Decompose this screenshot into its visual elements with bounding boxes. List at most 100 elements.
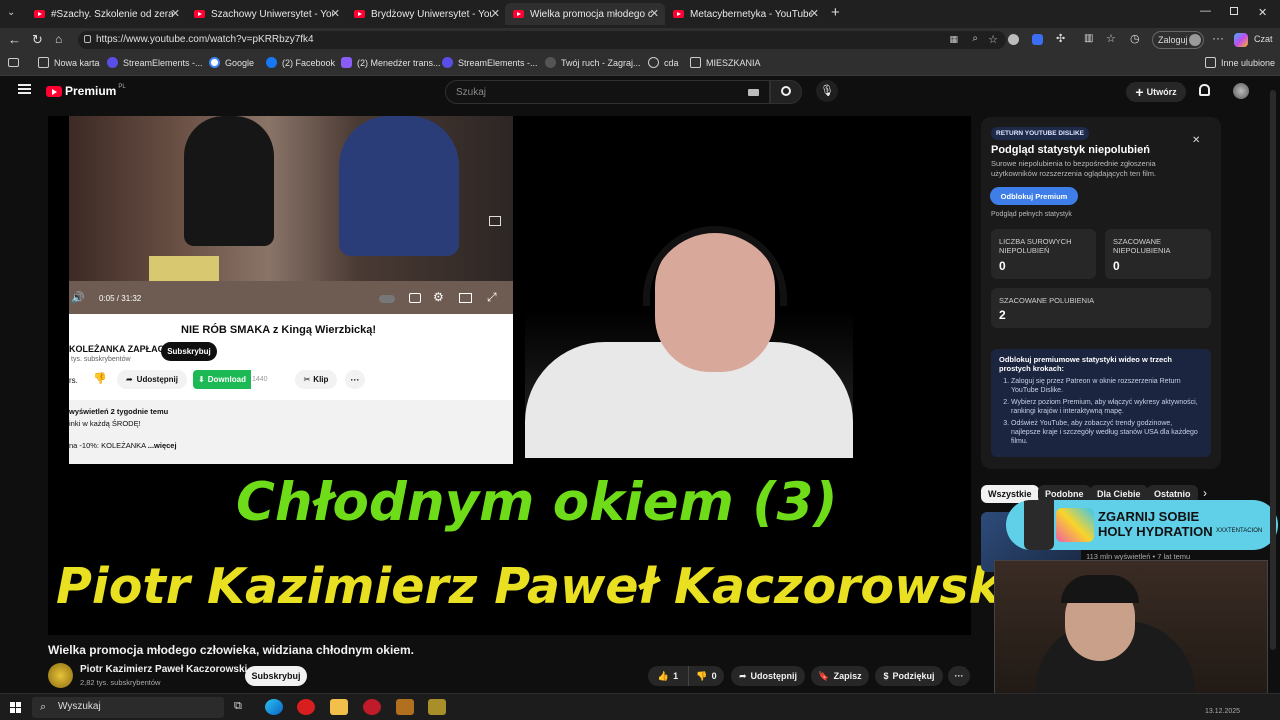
opera-icon[interactable]	[297, 699, 315, 715]
site-info-icon[interactable]	[84, 35, 91, 43]
history-icon[interactable]: ◷	[1130, 32, 1140, 45]
close-tab-icon[interactable]: ✕	[171, 7, 180, 20]
app-icon[interactable]	[396, 699, 414, 715]
save-button[interactable]: 🔖 Zapisz	[811, 666, 869, 686]
app-icon[interactable]	[428, 699, 446, 715]
embedded-description: wyświetleń 2 tygodnie temu inki w każdą …	[69, 400, 513, 464]
embedded-share-button[interactable]: ➦ Udostępnij	[117, 370, 187, 389]
bookmark-item[interactable]: Nowa karta	[38, 57, 100, 68]
more-actions-button[interactable]: ···	[948, 666, 970, 686]
search-icon: ⌕	[40, 701, 47, 713]
copilot-icon[interactable]	[1234, 33, 1248, 47]
search-input[interactable]: Szukaj	[445, 80, 770, 104]
super-thanks-icon: $	[883, 671, 889, 681]
ryd-preview-link[interactable]: Podgląd pełnych statystyk	[991, 211, 1072, 218]
split-screen-icon[interactable]: ▥	[1084, 33, 1093, 44]
hamburger-menu-icon[interactable]	[18, 84, 31, 94]
tab-list-chevron-icon[interactable]: ⌄	[7, 7, 15, 18]
browser-tab[interactable]: #Szachy. Szkolenie od zera, szalon✕	[26, 3, 186, 25]
embedded-download-button[interactable]: ⬇ Download	[193, 370, 251, 389]
embedded-clip-button[interactable]: ✂ Klip	[295, 370, 337, 389]
volume-icon[interactable]: 🔊	[71, 291, 85, 304]
embedded-subs: tys. subskrybentów	[71, 356, 131, 363]
video-player[interactable]: 🔊 0:05 / 31:32 ⚙ ⤢ NIE RÓB SMAKA z Kingą…	[48, 116, 1018, 635]
extensions-puzzle-icon[interactable]: ✣	[1056, 32, 1065, 45]
close-tab-icon[interactable]: ✕	[331, 7, 340, 20]
bookmark-item[interactable]: MIESZKANIA	[690, 57, 761, 68]
edge-icon[interactable]	[265, 699, 283, 715]
bookmark-item[interactable]: Twój ruch - Zagraj...	[545, 57, 641, 68]
notifications-bell-icon[interactable]	[1199, 84, 1210, 96]
more-menu-icon[interactable]: ···	[1212, 31, 1224, 45]
extension-icon[interactable]	[1008, 34, 1019, 45]
chat-label[interactable]: Czat	[1254, 34, 1273, 44]
favorites-icon[interactable]: ☆	[1106, 32, 1116, 45]
extension-icon[interactable]	[1032, 34, 1043, 45]
subscribe-button[interactable]: Subskrybuj	[245, 666, 307, 686]
bookmark-item[interactable]: cda	[648, 57, 679, 68]
keyboard-icon[interactable]	[748, 89, 759, 96]
channel-avatar[interactable]	[48, 663, 73, 688]
new-tab-icon[interactable]: +	[831, 4, 840, 21]
apps-icon[interactable]: ▦	[949, 34, 958, 45]
address-bar: ← ↻ ⌂ https://www.youtube.com/watch?v=pK…	[0, 28, 1280, 52]
account-avatar[interactable]	[1233, 83, 1249, 99]
browser-tab-active[interactable]: Wielka promocja młodego człowie✕	[505, 3, 665, 25]
voice-search-icon[interactable]: 🎙	[816, 80, 838, 102]
bookmark-item[interactable]: StreamElements -...	[107, 57, 203, 68]
browser-tab[interactable]: Metacybernetyka - YouTube ✕	[665, 3, 825, 25]
file-explorer-icon[interactable]	[330, 699, 348, 715]
search-button[interactable]	[770, 80, 802, 104]
zoom-icon[interactable]: ⌕	[972, 33, 978, 44]
sidebar-toggle-icon[interactable]	[8, 58, 19, 67]
shaker-bottle	[1024, 500, 1054, 550]
close-window-icon[interactable]: ✕	[1258, 6, 1267, 19]
back-icon[interactable]: ←	[8, 32, 21, 47]
create-button[interactable]: + Utwórz	[1126, 82, 1186, 102]
reload-icon[interactable]: ↻	[32, 32, 43, 48]
close-icon[interactable]: ✕	[1192, 135, 1200, 146]
close-tab-icon[interactable]: ✕	[650, 7, 659, 20]
channel-name[interactable]: Piotr Kazimierz Paweł Kaczorowski	[80, 664, 247, 675]
unlock-premium-button[interactable]: Odblokuj Premium	[990, 187, 1078, 205]
url-field[interactable]: https://www.youtube.com/watch?v=pKRRbzy7…	[78, 31, 1006, 49]
like-button[interactable]: 👍 1	[648, 666, 688, 686]
pip-icon[interactable]	[489, 216, 501, 226]
login-button[interactable]: Zaloguj	[1152, 31, 1204, 49]
restore-icon[interactable]	[1230, 7, 1238, 15]
embedded-subscribe-button[interactable]: Subskrybuj	[161, 342, 217, 361]
fullscreen-icon[interactable]: ⤢	[487, 290, 497, 305]
dislike-icon[interactable]: 👎	[93, 372, 107, 385]
bookmark-item[interactable]: (2) Facebook	[266, 57, 335, 68]
dislike-button[interactable]: 👎 0	[688, 666, 724, 686]
bookmark-item[interactable]: (2) Menedżer trans...	[341, 57, 441, 68]
subtitles-icon[interactable]	[409, 293, 421, 303]
browser-tab[interactable]: Szachowy Uniwersytet - YouTube✕	[186, 3, 346, 25]
ryd-badge: RETURN YOUTUBE DISLIKE	[991, 127, 1089, 140]
bookmark-item[interactable]: StreamElements -...	[442, 57, 538, 68]
close-tab-icon[interactable]: ✕	[810, 7, 819, 20]
headphones-icon	[643, 226, 787, 306]
minimize-icon[interactable]: —	[1200, 5, 1211, 17]
thanks-button[interactable]: $ Podziękuj	[875, 666, 943, 686]
youtube-logo[interactable]: Premium PL	[46, 84, 126, 98]
windows-start-icon[interactable]	[10, 702, 21, 713]
embedded-more-button[interactable]: ···	[345, 370, 365, 389]
task-view-icon[interactable]: ⧉	[234, 700, 242, 713]
bookmark-item[interactable]: Google	[209, 57, 254, 68]
favorite-star-icon[interactable]: ☆	[988, 33, 998, 46]
home-icon[interactable]: ⌂	[55, 32, 62, 46]
share-button[interactable]: ➦ Udostępnij	[731, 666, 805, 686]
page-scrollbar[interactable]	[1270, 90, 1276, 650]
miniplayer-icon[interactable]	[459, 293, 472, 303]
other-bookmarks[interactable]: Inne ulubione	[1205, 57, 1275, 68]
chevron-right-icon[interactable]: ›	[1203, 486, 1207, 500]
streamelements-icon	[442, 57, 453, 68]
taskbar-search[interactable]: ⌕ Wyszukaj	[32, 697, 224, 718]
youtube-favicon-icon	[513, 10, 524, 18]
browser-tab[interactable]: Brydżowy Uniwersytet - YouTube✕	[346, 3, 506, 25]
autoplay-toggle-icon[interactable]	[379, 295, 395, 303]
close-tab-icon[interactable]: ✕	[491, 7, 500, 20]
app-icon[interactable]	[363, 699, 381, 715]
settings-gear-icon[interactable]: ⚙	[433, 290, 444, 304]
